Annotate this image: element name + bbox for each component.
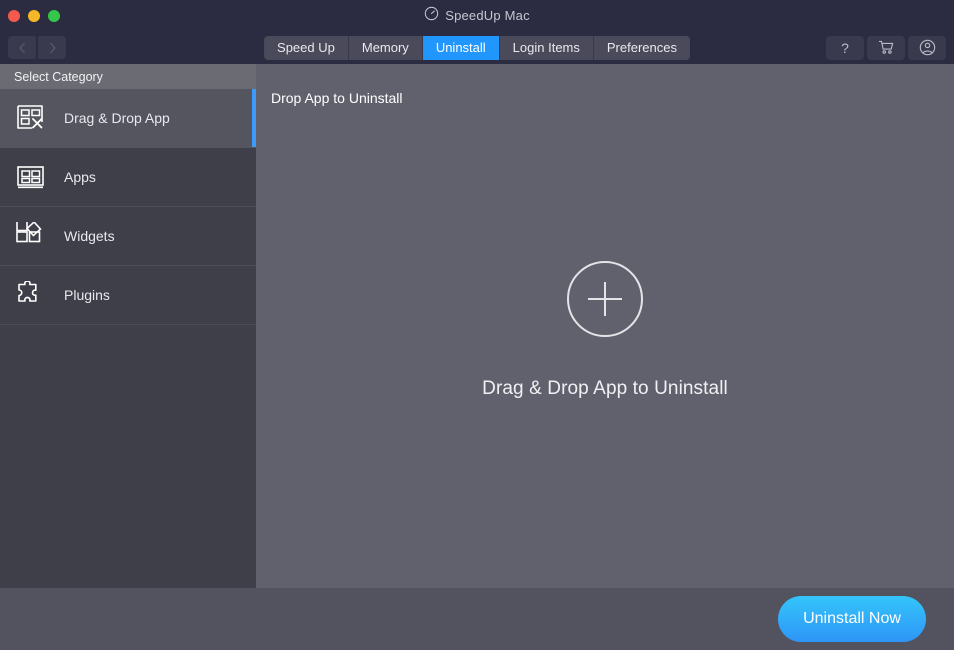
plus-circle-icon[interactable] [567, 261, 643, 337]
sidebar-item-plugins[interactable]: Plugins [0, 266, 256, 325]
help-button[interactable]: ? [826, 36, 864, 60]
drop-zone-label: Drag & Drop App to Uninstall [482, 378, 728, 400]
sidebar-item-label: Apps [64, 169, 96, 185]
sidebar-header: Select Category [0, 64, 256, 89]
sidebar-item-apps[interactable]: Apps [0, 148, 256, 207]
window-title-group: SpeedUp Mac [0, 0, 954, 31]
toolbar-actions: ? [826, 36, 954, 60]
app-drop-zone[interactable]: Drag & Drop App to Uninstall [256, 72, 954, 588]
minimize-button[interactable] [28, 10, 40, 22]
tab-uninstall[interactable]: Uninstall [423, 36, 500, 60]
plugins-puzzle-icon [14, 278, 48, 312]
shopping-cart-icon [878, 40, 895, 55]
sidebar-item-widgets[interactable]: Widgets [0, 207, 256, 266]
main-tabs: Speed Up Memory Uninstall Login Items Pr… [264, 36, 690, 60]
user-account-icon [919, 39, 936, 56]
bottom-bar: Uninstall Now [0, 588, 954, 650]
traffic-lights [0, 10, 60, 22]
maximize-button[interactable] [48, 10, 60, 22]
sidebar-item-label: Drag & Drop App [64, 110, 170, 126]
sidebar-empty-space [0, 325, 256, 588]
titlebar: SpeedUp Mac [0, 0, 954, 31]
nav-back-button[interactable] [8, 36, 36, 59]
gauge-icon [424, 6, 439, 26]
toolbar: Speed Up Memory Uninstall Login Items Pr… [0, 31, 954, 64]
tab-preferences[interactable]: Preferences [594, 36, 690, 60]
tab-login-items[interactable]: Login Items [500, 36, 594, 60]
close-button[interactable] [8, 10, 20, 22]
sidebar-item-drag-drop-app[interactable]: Drag & Drop App [0, 89, 256, 148]
uninstall-now-button[interactable]: Uninstall Now [778, 596, 926, 642]
tab-memory[interactable]: Memory [349, 36, 423, 60]
drag-drop-app-icon [14, 101, 48, 135]
tab-speed-up[interactable]: Speed Up [264, 36, 349, 60]
widgets-icon [14, 219, 48, 253]
speedup-mac-window: SpeedUp Mac Speed Up Memory Uninstall Lo… [0, 0, 954, 650]
sidebar-item-label: Widgets [64, 228, 115, 244]
nav-forward-button[interactable] [38, 36, 66, 59]
sidebar: Select Category Drag & Drop App [0, 64, 256, 588]
window-body: Select Category Drag & Drop App [0, 64, 954, 588]
navigation-buttons [0, 36, 66, 59]
sidebar-item-label: Plugins [64, 287, 110, 303]
cart-button[interactable] [867, 36, 905, 60]
question-mark-icon: ? [841, 40, 849, 56]
main-panel: Drop App to Uninstall Drag & Drop App to… [256, 64, 954, 588]
apps-grid-icon [14, 160, 48, 194]
chevron-left-icon [18, 42, 27, 54]
chevron-right-icon [48, 42, 57, 54]
account-button[interactable] [908, 36, 946, 60]
window-title: SpeedUp Mac [445, 8, 530, 23]
